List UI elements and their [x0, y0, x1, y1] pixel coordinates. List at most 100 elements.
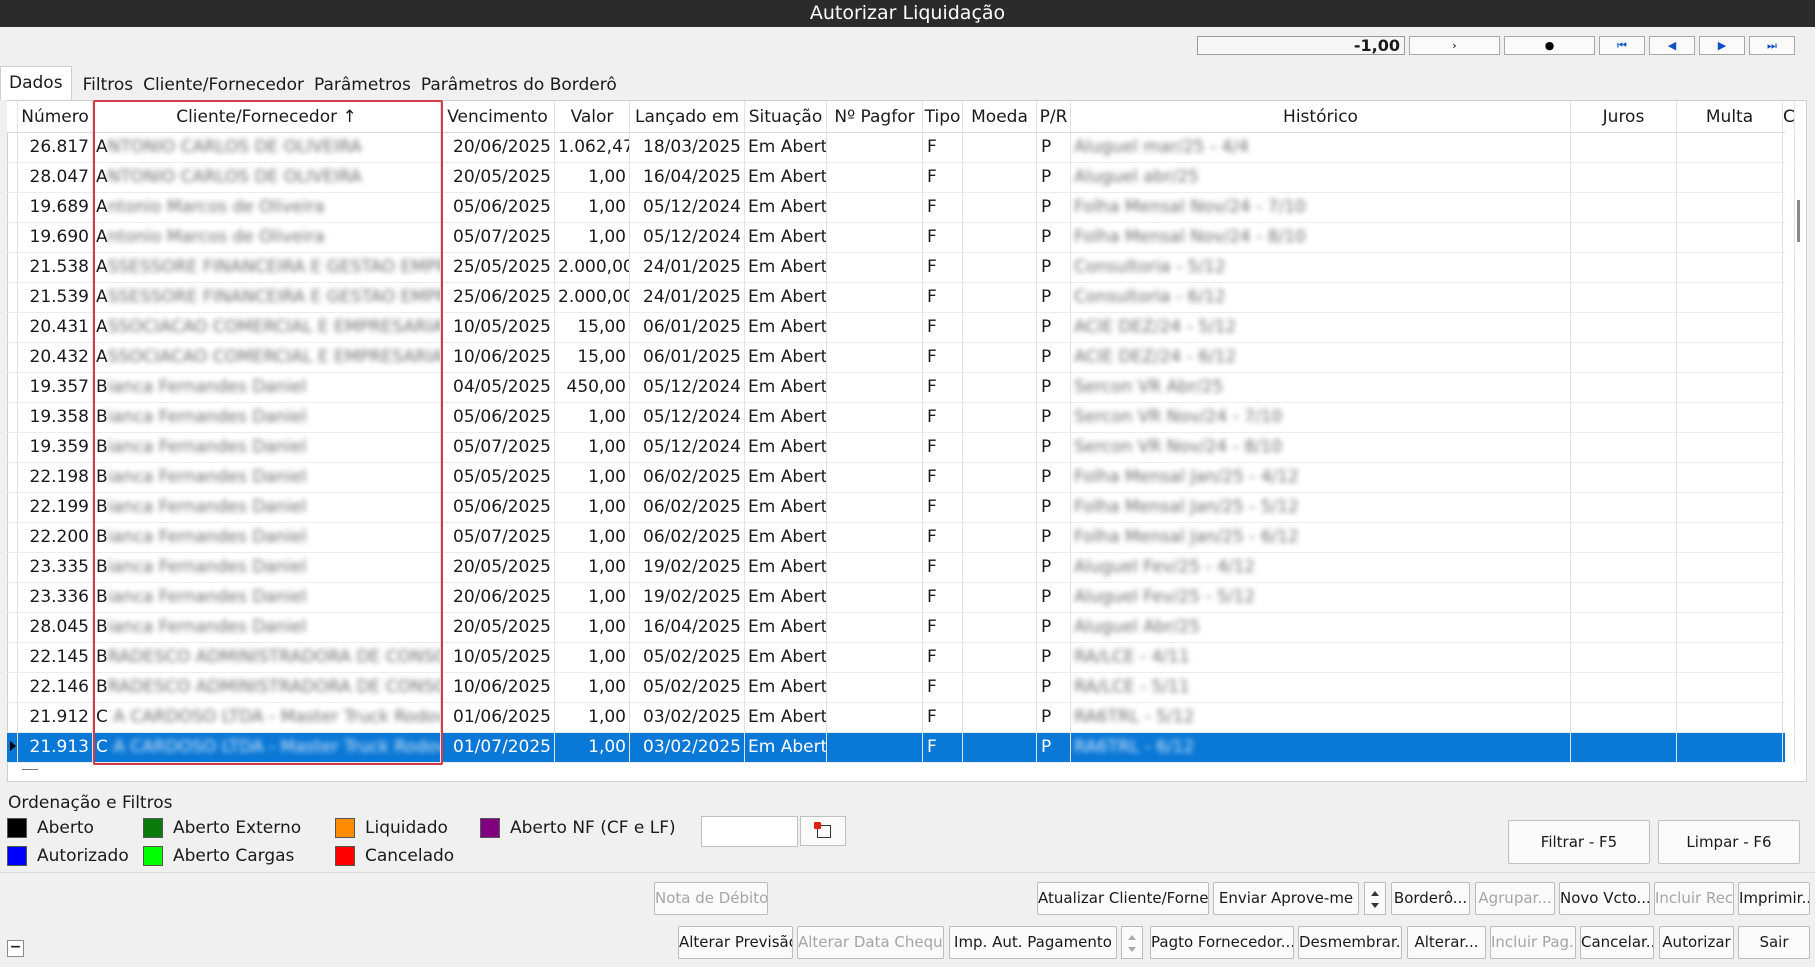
agrupar-button[interactable]: Agrupar... — [1475, 882, 1555, 915]
table-row[interactable]: 21.539 ASSESSORE FINANCEIRA E GESTAO EMPR… — [7, 283, 1795, 313]
filter-value-input[interactable] — [701, 816, 798, 847]
imp-aut-pagamento-button[interactable]: Imp. Aut. Pagamento — [949, 926, 1117, 959]
incluir-pag-button[interactable]: Incluir Pag... — [1490, 926, 1576, 959]
cliente-name-redacted: ianca Fernandes Daniel — [107, 587, 307, 607]
table-row[interactable]: 28.047 ANTONIO CARLOS DE OLIVEIRA 20/05/20… — [7, 163, 1795, 193]
enviar-aprove-button[interactable]: Enviar Aprove-me — [1213, 882, 1359, 915]
col-historico[interactable]: Histórico — [1071, 101, 1571, 132]
table-row[interactable]: 20.431 ASSOCIACAO COMERCIAL E EMPRESARIA 1… — [7, 313, 1795, 343]
table-row[interactable]: 26.817 ANTONIO CARLOS DE OLIVEIRA 20/06/20… — [7, 133, 1795, 163]
cell-tipo: F — [923, 463, 963, 492]
cell-multa — [1677, 373, 1783, 402]
cell-numero: 19.357 — [18, 373, 93, 402]
cell-pagfor — [827, 433, 923, 462]
col-situacao[interactable]: Situação — [745, 101, 827, 132]
record-navigator: -1,00 › ● ⏮ ◀ ▶ ⏭ — [1197, 36, 1795, 55]
row-indicator — [7, 163, 18, 192]
pagto-fornecedor-button[interactable]: Pagto Fornecedor... — [1150, 926, 1294, 959]
legend-title: Ordenação e Filtros — [8, 793, 173, 813]
last-icon[interactable]: ⏭ — [1749, 36, 1795, 55]
aprove-spinner[interactable] — [1364, 882, 1386, 915]
cell-vencimento: 05/07/2025 — [441, 223, 555, 252]
tab-cliente-fornecedor[interactable]: Cliente/Fornecedor — [138, 70, 309, 100]
col-pr[interactable]: P/R — [1037, 101, 1071, 132]
prev-icon[interactable]: ◀ — [1649, 36, 1695, 55]
historico-redacted: Sercon VR Abr/25 — [1074, 377, 1224, 397]
cell-lancado: 06/01/2025 — [630, 313, 745, 342]
table-row[interactable]: 28.045 Bianca Fernandes Daniel 20/05/2025 1… — [7, 613, 1795, 643]
table-row[interactable]: 19.689 Antonio Marcos de Oliveira 05/06/20… — [7, 193, 1795, 223]
cliente-initial: B — [96, 497, 108, 517]
record-icon[interactable]: ● — [1504, 36, 1595, 55]
imp-aut-spinner[interactable] — [1121, 926, 1143, 959]
col-tipo[interactable]: Tipo — [923, 101, 963, 132]
nota-debito-button[interactable]: Nota de Débito — [654, 882, 768, 915]
cell-co — [1783, 673, 1795, 702]
table-row[interactable]: 22.199 Bianca Fernandes Daniel 05/06/2025 1… — [7, 493, 1795, 523]
table-row[interactable]: 19.358 Bianca Fernandes Daniel 05/06/2025 1… — [7, 403, 1795, 433]
row-indicator — [7, 313, 18, 342]
table-row[interactable]: 23.335 Bianca Fernandes Daniel 20/05/2025 1… — [7, 553, 1795, 583]
vertical-scrollbar-thumb[interactable] — [1797, 200, 1800, 242]
atualizar-cliente-button[interactable]: Atualizar Cliente/Fornec — [1037, 882, 1209, 915]
col-multa[interactable]: Multa — [1677, 101, 1783, 132]
cliente-initial: B — [96, 587, 108, 607]
next-icon[interactable]: › — [1409, 36, 1500, 55]
col-juros[interactable]: Juros — [1571, 101, 1677, 132]
first-icon[interactable]: ⏮ — [1599, 36, 1645, 55]
alterar-button[interactable]: Alterar... — [1407, 926, 1486, 959]
table-row[interactable]: 22.145 BRADESCO ADMINISTRADORA DE CONSO 10… — [7, 643, 1795, 673]
cell-lancado: 05/02/2025 — [630, 643, 745, 672]
bordero-button[interactable]: Borderô... — [1391, 882, 1470, 915]
col-vencimento[interactable]: Vencimento — [441, 101, 555, 132]
table-row[interactable]: 22.146 BRADESCO ADMINISTRADORA DE CONSO 10… — [7, 673, 1795, 703]
horizontal-scrollbar-thumb[interactable] — [22, 769, 38, 770]
clear-filter-button[interactable] — [800, 816, 846, 846]
sair-button[interactable]: Sair — [1738, 926, 1810, 959]
cell-valor: 1,00 — [555, 433, 630, 462]
table-row[interactable]: 22.200 Bianca Fernandes Daniel 05/07/2025 1… — [7, 523, 1795, 553]
collapse-icon[interactable]: − — [7, 940, 24, 957]
limpar-button[interactable]: Limpar - F6 — [1658, 820, 1800, 864]
table-row[interactable]: 19.690 Antonio Marcos de Oliveira 05/07/20… — [7, 223, 1795, 253]
incluir-rec-button[interactable]: Incluir Rec... — [1654, 882, 1734, 915]
table-row[interactable]: 23.336 Bianca Fernandes Daniel 20/06/2025 1… — [7, 583, 1795, 613]
tab-filtros[interactable]: Filtros — [78, 70, 139, 100]
imprimir-button[interactable]: Imprimir... — [1738, 882, 1810, 915]
table-row[interactable]: 19.359 Bianca Fernandes Daniel 05/07/2025 1… — [7, 433, 1795, 463]
tab-parametros-bordero[interactable]: Parâmetros do Borderô — [416, 70, 622, 100]
alterar-previsao-button[interactable]: Alterar Previsão — [678, 926, 793, 959]
col-pagfor[interactable]: Nº Pagfor — [827, 101, 923, 132]
col-lancado-em[interactable]: Lançado em — [630, 101, 745, 132]
cell-moeda — [963, 613, 1037, 642]
alterar-data-cheque-button[interactable]: Alterar Data Cheque — [797, 926, 944, 959]
play-icon[interactable]: ▶ — [1699, 36, 1745, 55]
cell-juros — [1571, 343, 1677, 372]
table-row[interactable]: 21.912 C A CARDOSO LTDA - Master Truck Ro… — [7, 703, 1795, 733]
filtrar-button[interactable]: Filtrar - F5 — [1508, 820, 1650, 864]
cell-co — [1783, 163, 1795, 192]
historico-redacted: RA/LCE - 4/11 — [1074, 647, 1190, 667]
col-valor[interactable]: Valor — [555, 101, 630, 132]
table-row[interactable]: 20.432 ASSOCIACAO COMERCIAL E EMPRESARIA 1… — [7, 343, 1795, 373]
col-co[interactable]: Co — [1783, 101, 1795, 132]
historico-redacted: Folha Mensal Jan/25 - 6/12 — [1074, 527, 1299, 547]
cancelar-button[interactable]: Cancelar... — [1580, 926, 1654, 959]
desmembrar-button[interactable]: Desmembrar... — [1298, 926, 1402, 959]
table-row[interactable]: 19.357 Bianca Fernandes Daniel 04/05/2025 4… — [7, 373, 1795, 403]
autorizar-button[interactable]: Autorizar — [1659, 926, 1734, 959]
cell-multa — [1677, 493, 1783, 522]
table-row[interactable]: 21.913 C A CARDOSO LTDA - Master Truck Ro… — [7, 733, 1795, 763]
table-row[interactable]: 21.538 ASSESSORE FINANCEIRA E GESTAO EMPR… — [7, 253, 1795, 283]
tab-parametros[interactable]: Parâmetros — [309, 70, 416, 100]
tab-dados[interactable]: Dados — [0, 66, 72, 100]
legend-item-autorizado: Autorizado — [7, 846, 129, 866]
col-cliente-fornecedor[interactable]: Cliente/Fornecedor ↑ — [93, 101, 441, 132]
cell-numero: 21.538 — [18, 253, 93, 282]
row-indicator — [7, 433, 18, 462]
table-row[interactable]: 22.198 Bianca Fernandes Daniel 05/05/2025 1… — [7, 463, 1795, 493]
novo-vcto-button[interactable]: Novo Vcto... — [1559, 882, 1650, 915]
col-numero[interactable]: Número — [18, 101, 93, 132]
col-moeda[interactable]: Moeda — [963, 101, 1037, 132]
cell-cliente: Antonio Marcos de Oliveira — [93, 223, 441, 252]
